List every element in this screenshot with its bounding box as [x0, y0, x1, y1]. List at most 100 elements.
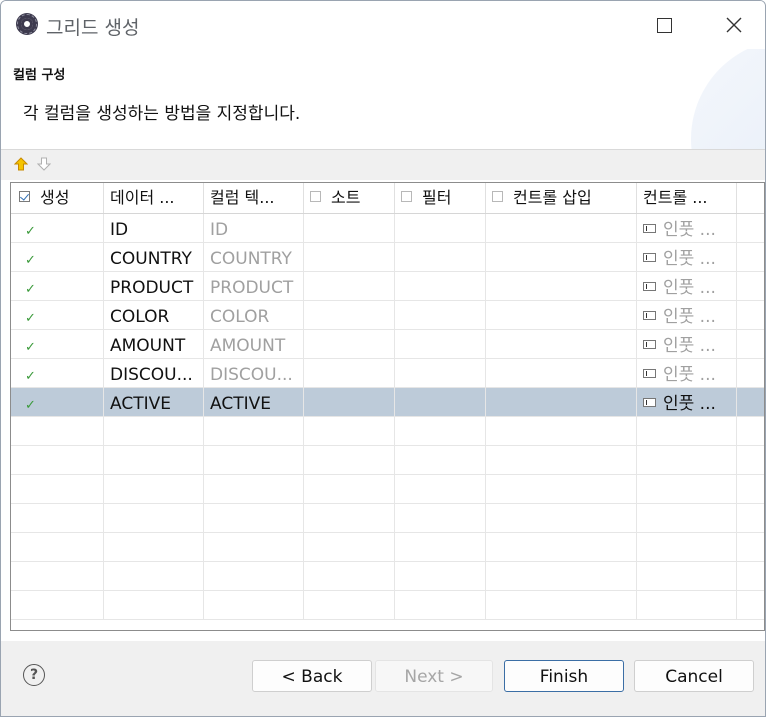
cell-insert-control[interactable] — [486, 301, 637, 329]
cell-filter[interactable] — [395, 359, 486, 387]
finish-button[interactable]: Finish — [504, 660, 624, 692]
next-button[interactable]: Next > — [375, 660, 493, 692]
cell-column-text[interactable]: COUNTRY — [204, 243, 304, 271]
cell-filter[interactable] — [395, 591, 486, 619]
column-header-sort[interactable]: 소트 — [304, 183, 395, 213]
cell-filter[interactable] — [395, 330, 486, 358]
cell-create[interactable]: ✓ — [11, 214, 104, 242]
cell-data-name[interactable] — [104, 417, 204, 445]
cell-filler[interactable] — [737, 562, 764, 590]
cell-filler[interactable] — [737, 330, 764, 358]
cell-column-text[interactable]: COLOR — [204, 301, 304, 329]
cell-column-text[interactable] — [204, 504, 304, 532]
cell-create[interactable]: ✓ — [11, 388, 104, 416]
cell-filter[interactable] — [395, 243, 486, 271]
cell-filler[interactable] — [737, 475, 764, 503]
cell-sort[interactable] — [304, 214, 395, 242]
cell-control-type[interactable] — [637, 417, 737, 445]
cell-filler[interactable] — [737, 417, 764, 445]
cell-insert-control[interactable] — [486, 272, 637, 300]
cell-sort[interactable] — [304, 243, 395, 271]
cell-insert-control[interactable] — [486, 359, 637, 387]
cell-filler[interactable] — [737, 214, 764, 242]
column-config-table[interactable]: 생성 데이터 ... 컬럼 텍... 소트 필터 컨트롤 삽입 컨트롤 ... … — [10, 182, 765, 631]
cell-insert-control[interactable] — [486, 533, 637, 561]
cell-create[interactable]: ✓ — [11, 272, 104, 300]
table-row[interactable]: ✓ AMOUNT AMOUNT 인풋 ... — [11, 330, 764, 359]
cell-column-text[interactable] — [204, 446, 304, 474]
cell-column-text[interactable] — [204, 475, 304, 503]
cell-data-name[interactable]: COLOR — [104, 301, 204, 329]
cell-filler[interactable] — [737, 272, 764, 300]
cell-data-name[interactable]: COUNTRY — [104, 243, 204, 271]
cell-filler[interactable] — [737, 243, 764, 271]
arrow-down-icon[interactable] — [37, 157, 51, 171]
table-row[interactable]: ✓ DISCOU... DISCOU... 인풋 ... — [11, 359, 764, 388]
cell-insert-control[interactable] — [486, 475, 637, 503]
back-button[interactable]: < Back — [252, 660, 372, 692]
cell-filler[interactable] — [737, 591, 764, 619]
cell-control-type[interactable]: 인풋 ... — [637, 359, 737, 387]
cell-data-name[interactable]: ID — [104, 214, 204, 242]
cell-control-type[interactable]: 인풋 ... — [637, 272, 737, 300]
cell-create[interactable]: ✓ — [11, 359, 104, 387]
cell-data-name[interactable] — [104, 446, 204, 474]
cell-column-text[interactable]: AMOUNT — [204, 330, 304, 358]
cell-sort[interactable] — [304, 272, 395, 300]
cell-data-name[interactable]: PRODUCT — [104, 272, 204, 300]
cell-filter[interactable] — [395, 301, 486, 329]
cell-filter[interactable] — [395, 388, 486, 416]
cell-create[interactable] — [11, 475, 104, 503]
column-header-filter[interactable]: 필터 — [395, 183, 486, 213]
cell-filler[interactable] — [737, 359, 764, 387]
table-row[interactable]: ✓ COLOR COLOR 인풋 ... — [11, 301, 764, 330]
cell-control-type[interactable] — [637, 446, 737, 474]
cell-sort[interactable] — [304, 504, 395, 532]
cell-filler[interactable] — [737, 504, 764, 532]
cell-insert-control[interactable] — [486, 446, 637, 474]
cell-control-type[interactable] — [637, 562, 737, 590]
cell-sort[interactable] — [304, 533, 395, 561]
cell-control-type[interactable] — [637, 504, 737, 532]
arrow-up-icon[interactable] — [14, 157, 28, 171]
cell-column-text[interactable]: PRODUCT — [204, 272, 304, 300]
cell-create[interactable] — [11, 562, 104, 590]
cell-create[interactable]: ✓ — [11, 301, 104, 329]
cell-sort[interactable] — [304, 417, 395, 445]
cell-data-name[interactable] — [104, 562, 204, 590]
cell-insert-control[interactable] — [486, 214, 637, 242]
cell-control-type[interactable]: 인풋 ... — [637, 388, 737, 416]
cancel-button[interactable]: Cancel — [634, 660, 754, 692]
cell-column-text[interactable]: DISCOU... — [204, 359, 304, 387]
cell-filler[interactable] — [737, 301, 764, 329]
cell-sort[interactable] — [304, 359, 395, 387]
filter-all-checkbox[interactable] — [401, 191, 412, 202]
cell-control-type[interactable] — [637, 591, 737, 619]
cell-sort[interactable] — [304, 562, 395, 590]
insert-control-all-checkbox[interactable] — [492, 191, 503, 202]
cell-insert-control[interactable] — [486, 330, 637, 358]
cell-create[interactable] — [11, 504, 104, 532]
cell-sort[interactable] — [304, 301, 395, 329]
table-row[interactable]: ✓ ID ID 인풋 ... — [11, 214, 764, 243]
cell-control-type[interactable] — [637, 533, 737, 561]
cell-filler[interactable] — [737, 388, 764, 416]
select-all-create-checkbox[interactable] — [19, 191, 30, 202]
cell-data-name[interactable] — [104, 533, 204, 561]
cell-filter[interactable] — [395, 446, 486, 474]
column-header-create[interactable]: 생성 — [11, 183, 104, 213]
table-row[interactable]: ✓ ACTIVE ACTIVE 인풋 ... — [11, 388, 764, 417]
cell-insert-control[interactable] — [486, 243, 637, 271]
cell-insert-control[interactable] — [486, 504, 637, 532]
cell-sort[interactable] — [304, 591, 395, 619]
column-header-data[interactable]: 데이터 ... — [104, 183, 204, 213]
cell-sort[interactable] — [304, 388, 395, 416]
cell-data-name[interactable]: DISCOU... — [104, 359, 204, 387]
cell-sort[interactable] — [304, 475, 395, 503]
table-row[interactable]: ✓ COUNTRY COUNTRY 인풋 ... — [11, 243, 764, 272]
cell-create[interactable] — [11, 591, 104, 619]
close-button[interactable] — [717, 9, 751, 41]
cell-filter[interactable] — [395, 475, 486, 503]
column-header-text[interactable]: 컬럼 텍... — [204, 183, 304, 213]
table-row[interactable]: ✓ PRODUCT PRODUCT 인풋 ... — [11, 272, 764, 301]
